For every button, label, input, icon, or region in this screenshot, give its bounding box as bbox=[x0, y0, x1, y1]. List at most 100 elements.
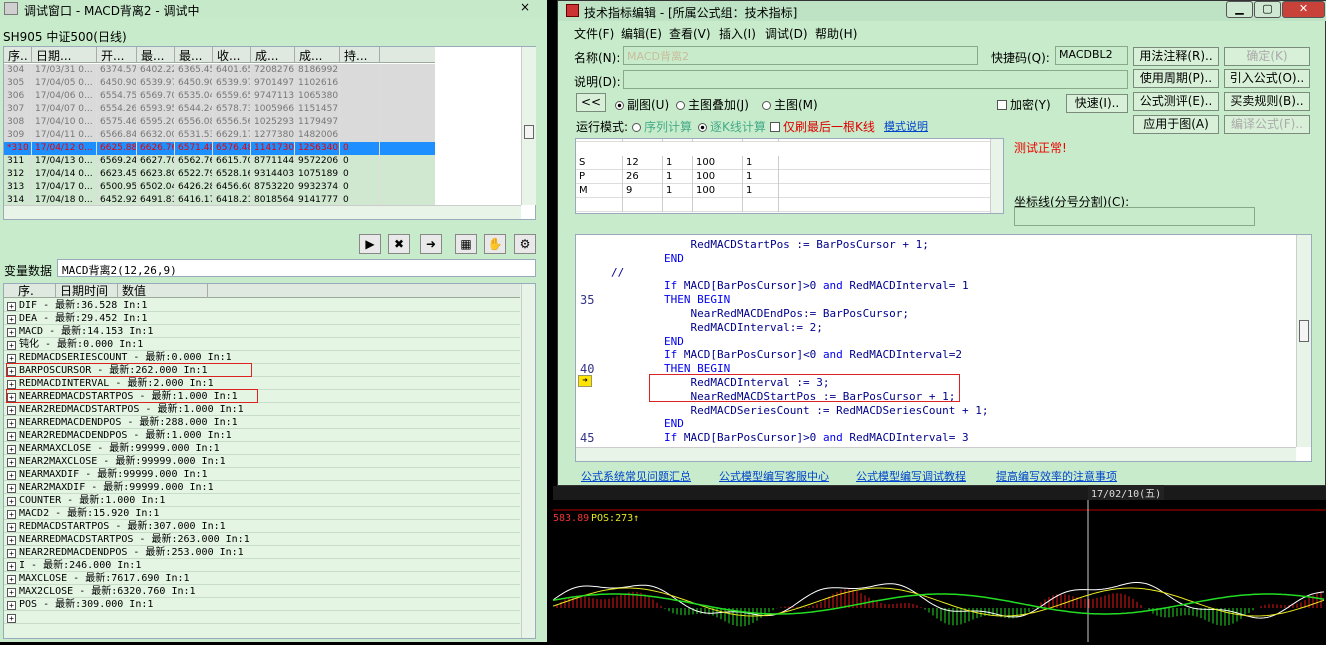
variable-row[interactable]: + NEARREDMACDSTARTPOS - 最新:263.000 In:1 bbox=[4, 533, 520, 546]
expand-icon[interactable]: + bbox=[7, 354, 16, 363]
help-link[interactable]: 公式模型编写客服中心 bbox=[719, 468, 829, 484]
menu-edit[interactable]: 编辑(E) bbox=[621, 25, 662, 42]
expand-icon[interactable]: + bbox=[7, 549, 16, 558]
menu-insert[interactable]: 插入(I) bbox=[719, 25, 756, 42]
column-header[interactable]: 开... bbox=[97, 47, 137, 63]
table-row[interactable]: 304 17/03/31 0... 6374.57 6402.22 6365.45 640… bbox=[4, 64, 435, 77]
expand-icon[interactable]: + bbox=[7, 341, 16, 350]
bar-data-grid[interactable]: 序.. 日期... 开... 最... 最... 收... 成... 成... 持... 304… bbox=[3, 46, 536, 220]
apply-to-chart-button[interactable]: 应用于图(A) bbox=[1133, 115, 1219, 134]
collapse-button[interactable]: << bbox=[576, 93, 606, 112]
variable-row[interactable]: + POS - 最新:309.000 In:1 bbox=[4, 598, 520, 611]
variable-row[interactable]: + MACD2 - 最新:15.920 In:1 bbox=[4, 507, 520, 520]
horizontal-scrollbar[interactable] bbox=[576, 447, 1296, 461]
variable-row[interactable]: + DIF - 最新:36.528 In:1 bbox=[4, 299, 520, 312]
variable-row[interactable]: + I - 最新:246.000 In:1 bbox=[4, 559, 520, 572]
variable-row[interactable]: + NEAR2REDMACDENDPOS - 最新:253.000 In:1 bbox=[4, 546, 520, 559]
variable-row[interactable]: + NEARREDMACDENDPOS - 最新:288.000 In:1 bbox=[4, 416, 520, 429]
shortcut-field[interactable]: MACDBL2 bbox=[1055, 46, 1128, 65]
column-header[interactable]: 持... bbox=[340, 47, 380, 63]
menu-help[interactable]: 帮助(H) bbox=[815, 25, 857, 42]
macd-chart[interactable]: 583.89 POS:273↑ 17/02/10(五) bbox=[552, 485, 1326, 642]
expand-icon[interactable]: + bbox=[7, 458, 16, 467]
expand-icon[interactable]: + bbox=[7, 445, 16, 454]
mode-series[interactable]: 序列计算 bbox=[632, 118, 692, 135]
trade-rules-button[interactable]: 买卖规则(B).. bbox=[1224, 92, 1310, 111]
expand-icon[interactable]: + bbox=[7, 471, 16, 480]
expand-icon[interactable]: + bbox=[7, 432, 16, 441]
expand-icon[interactable]: + bbox=[7, 302, 16, 311]
close-icon[interactable]: × bbox=[510, 0, 540, 15]
column-header[interactable]: 成... bbox=[251, 47, 295, 63]
quick-button[interactable]: 快速(I).. bbox=[1066, 94, 1128, 113]
table-row[interactable]: 307 17/04/07 0... 6554.26 6593.95 6544.24 657… bbox=[4, 103, 435, 116]
mode-per-bar[interactable]: 逐K线计算 bbox=[698, 118, 766, 135]
menu-view[interactable]: 查看(V) bbox=[669, 25, 711, 42]
table-row[interactable]: 305 17/04/05 0... 6450.90 6539.97 6450.90 653… bbox=[4, 77, 435, 90]
parameter-row[interactable] bbox=[576, 139, 990, 142]
variable-row[interactable]: + MACD - 最新:14.153 In:1 bbox=[4, 325, 520, 338]
parameter-row[interactable]: P 26 1 100 1 bbox=[576, 170, 990, 184]
compile-button[interactable]: 编译公式(F).. bbox=[1224, 115, 1310, 134]
variable-row[interactable]: + NEAR2MAXDIF - 最新:99999.000 In:1 bbox=[4, 481, 520, 494]
expand-icon[interactable]: + bbox=[7, 575, 16, 584]
help-link[interactable]: 公式模型编写调试教程 bbox=[856, 468, 966, 484]
parameter-row[interactable]: S 12 1 100 1 bbox=[576, 156, 990, 170]
vertical-scrollbar[interactable] bbox=[1296, 235, 1311, 447]
go-to-icon[interactable]: ▶ bbox=[359, 234, 381, 254]
expand-icon[interactable]: + bbox=[7, 380, 16, 389]
menu-file[interactable]: 文件(F) bbox=[574, 25, 614, 42]
mode-last-bar[interactable]: 仅刷最后一根K线 bbox=[770, 118, 875, 135]
expand-icon[interactable]: + bbox=[7, 419, 16, 428]
expand-icon[interactable]: + bbox=[7, 523, 16, 532]
variable-grid[interactable]: 序. 日期时间 数值 + DIF - 最新:36.528 In:1 + DEA - 最新:… bbox=[3, 283, 536, 639]
expand-icon[interactable]: + bbox=[7, 601, 16, 610]
variable-row[interactable]: + REDMACDSTARTPOS - 最新:307.000 In:1 bbox=[4, 520, 520, 533]
variable-row[interactable]: + MAXCLOSE - 最新:7617.690 In:1 bbox=[4, 572, 520, 585]
help-link[interactable]: 提高编写效率的注意事项 bbox=[996, 468, 1117, 484]
column-header[interactable]: 收... bbox=[213, 47, 251, 63]
column-header[interactable]: 最... bbox=[137, 47, 175, 63]
mode-help-link[interactable]: 模式说明 bbox=[884, 118, 928, 134]
period-button[interactable]: 使用周期(P).. bbox=[1133, 69, 1219, 88]
variable-row[interactable]: + NEAR2REDMACDENDPOS - 最新:1.000 In:1 bbox=[4, 429, 520, 442]
column-header[interactable]: 数值 bbox=[118, 284, 208, 298]
expand-icon[interactable]: + bbox=[7, 484, 16, 493]
column-header[interactable]: 成... bbox=[295, 47, 340, 63]
name-field[interactable]: MACD背离2 bbox=[623, 46, 978, 65]
clear-icon[interactable]: ✖ bbox=[388, 234, 410, 254]
table-row[interactable]: 309 17/04/11 0... 6566.84 6632.00 6531.53 662… bbox=[4, 129, 435, 142]
minimize-icon[interactable]: ▁ bbox=[1226, 1, 1253, 18]
encrypt-checkbox[interactable]: 加密(Y) bbox=[997, 96, 1051, 113]
table-row[interactable]: 308 17/04/10 0... 6575.46 6595.20 6556.08 655… bbox=[4, 116, 435, 129]
evaluate-button[interactable]: 公式测评(E).. bbox=[1133, 92, 1219, 111]
table-row[interactable]: 311 17/04/13 0... 6569.24 6627.70 6562.76 661… bbox=[4, 155, 435, 168]
chart-icon[interactable]: ▦ bbox=[455, 234, 477, 254]
expand-icon[interactable]: + bbox=[7, 406, 16, 415]
close-icon[interactable]: ✕ bbox=[1282, 1, 1325, 18]
arrow-right-icon[interactable]: ➜ bbox=[420, 234, 442, 254]
expand-icon[interactable]: + bbox=[7, 328, 16, 337]
variable-row[interactable]: + 钝化 - 最新:0.000 In:1 bbox=[4, 338, 520, 351]
expand-icon[interactable]: + bbox=[7, 315, 16, 324]
column-header[interactable]: 日期时间 bbox=[56, 284, 118, 298]
expand-icon[interactable]: + bbox=[7, 614, 16, 623]
help-link[interactable]: 公式系统常见问题汇总 bbox=[581, 468, 691, 484]
variable-row[interactable]: + COUNTER - 最新:1.000 In:1 bbox=[4, 494, 520, 507]
variable-row[interactable]: + NEARMAXCLOSE - 最新:99999.000 In:1 bbox=[4, 442, 520, 455]
ok-button[interactable]: 确定(K) bbox=[1224, 47, 1310, 66]
parameter-row[interactable]: M 9 1 100 1 bbox=[576, 184, 990, 198]
parameter-row[interactable] bbox=[576, 198, 990, 212]
code-editor[interactable]: RedMACDStartPos := BarPosCursor + 1; END… bbox=[575, 234, 1312, 462]
vertical-scrollbar[interactable] bbox=[521, 284, 535, 638]
variable-row[interactable]: + DEA - 最新:29.452 In:1 bbox=[4, 312, 520, 325]
variable-row[interactable]: + NEAR2REDMACDSTARTPOS - 最新:1.000 In:1 bbox=[4, 403, 520, 416]
horizontal-scrollbar[interactable] bbox=[4, 205, 521, 219]
axis-lines-field[interactable] bbox=[1014, 207, 1255, 226]
table-row[interactable]: 306 17/04/06 0... 6554.75 6569.70 6535.04 655… bbox=[4, 90, 435, 103]
settings-icon[interactable]: ⚙ bbox=[514, 234, 536, 254]
description-field[interactable] bbox=[623, 70, 1128, 89]
expand-icon[interactable]: + bbox=[7, 588, 16, 597]
usage-notes-button[interactable]: 用法注释(R).. bbox=[1133, 47, 1219, 66]
column-header[interactable]: 序. bbox=[14, 284, 56, 298]
